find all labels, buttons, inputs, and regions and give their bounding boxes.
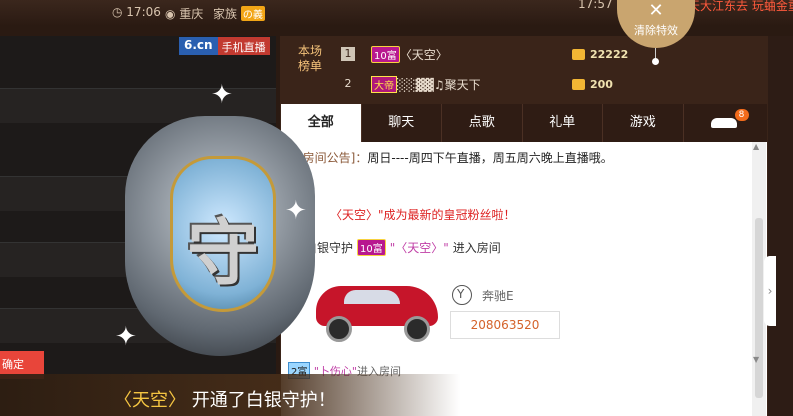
clock: ◷ 17:06 xyxy=(112,5,161,19)
leaderboard-row[interactable]: 2 大帝 ░░▓▓♫聚天下 xyxy=(341,74,481,94)
right-clock: 17:57 xyxy=(578,0,613,11)
guardian-banner-text: 〈天空〉 开通了白银守护！ xyxy=(114,390,336,411)
brand-site: 6.cn xyxy=(179,37,218,55)
car-count-badge: 8 xyxy=(734,109,749,121)
sparkle-icon: ✦ xyxy=(115,322,137,352)
car-icon xyxy=(710,118,737,128)
family-badge: の義 xyxy=(240,6,265,21)
pendant-dot xyxy=(652,58,659,65)
sparkle-icon: ✦ xyxy=(211,80,233,110)
wealth-badge: 10富 xyxy=(357,239,386,256)
family[interactable]: 家族 の義 xyxy=(213,5,265,22)
scroll-thumb[interactable] xyxy=(755,218,763,398)
coin-icon xyxy=(572,49,585,60)
side-expand-button[interactable]: › xyxy=(764,256,776,326)
scroll-up-icon[interactable]: ▲ xyxy=(753,142,759,151)
chat-message: 〈天空〉"成为最新的皇冠粉丝啦！ xyxy=(330,208,516,222)
tab-games[interactable]: 游戏 xyxy=(603,104,684,142)
guardian-shield-effect: 守 ✦ ✦ ✦ xyxy=(115,80,325,376)
room-notice: [房间公告]：周日----周四下午直播，周五周六晚上直播哦。 xyxy=(298,151,613,165)
tab-car[interactable]: 8 xyxy=(684,104,767,142)
location: ◉ 重庆 xyxy=(165,7,204,21)
shield-character: 守 xyxy=(186,211,259,295)
user-name[interactable]: "〈天空〉" xyxy=(390,239,449,256)
car-image xyxy=(312,276,442,342)
brand-tag: 手机直播 xyxy=(217,37,270,55)
leaderboard-row[interactable]: 1 10富 〈天空〉 xyxy=(341,44,448,64)
tab-chat[interactable]: 聊天 xyxy=(362,104,442,142)
car-plate: 208063520 xyxy=(450,311,560,339)
rank-number: 1 xyxy=(341,47,355,61)
wealth-badge: 10富 xyxy=(371,45,400,63)
rank-number: 2 xyxy=(344,77,352,90)
tab-song[interactable]: 点歌 xyxy=(442,104,523,142)
leaderboard-label: 本场 榜单 xyxy=(297,44,322,73)
car-window xyxy=(344,290,400,304)
tab-gifts[interactable]: 礼单 xyxy=(523,104,603,142)
rank-score: 200 xyxy=(572,78,613,91)
user-name: 〈天空〉 xyxy=(399,47,448,62)
emperor-badge: 大帝 xyxy=(371,75,397,93)
sparkle-icon: ✦ xyxy=(285,196,307,226)
chat-message: 白银守护 10富 "〈天空〉" 进入房间 xyxy=(305,239,501,256)
user-name: ░░▓▓♫聚天下 xyxy=(397,77,481,92)
rank-score: 22222 xyxy=(572,48,628,61)
right-edge xyxy=(768,36,793,416)
wheel xyxy=(404,316,430,342)
coin-icon xyxy=(572,79,585,90)
brand-logo[interactable]: 6.cn 手机直播 xyxy=(179,37,270,55)
scroll-down-icon[interactable]: ▼ xyxy=(753,355,759,364)
mercedes-logo-icon xyxy=(452,285,472,305)
car-name: 奔驰E xyxy=(452,285,514,305)
ticker-text: 天大江东去 玩蛐金重 xyxy=(688,0,793,13)
close-icon: ✕ xyxy=(648,0,664,21)
chat-tabs: 全部 聊天 点歌 礼单 游戏 8 xyxy=(281,104,767,142)
wheel xyxy=(326,316,352,342)
